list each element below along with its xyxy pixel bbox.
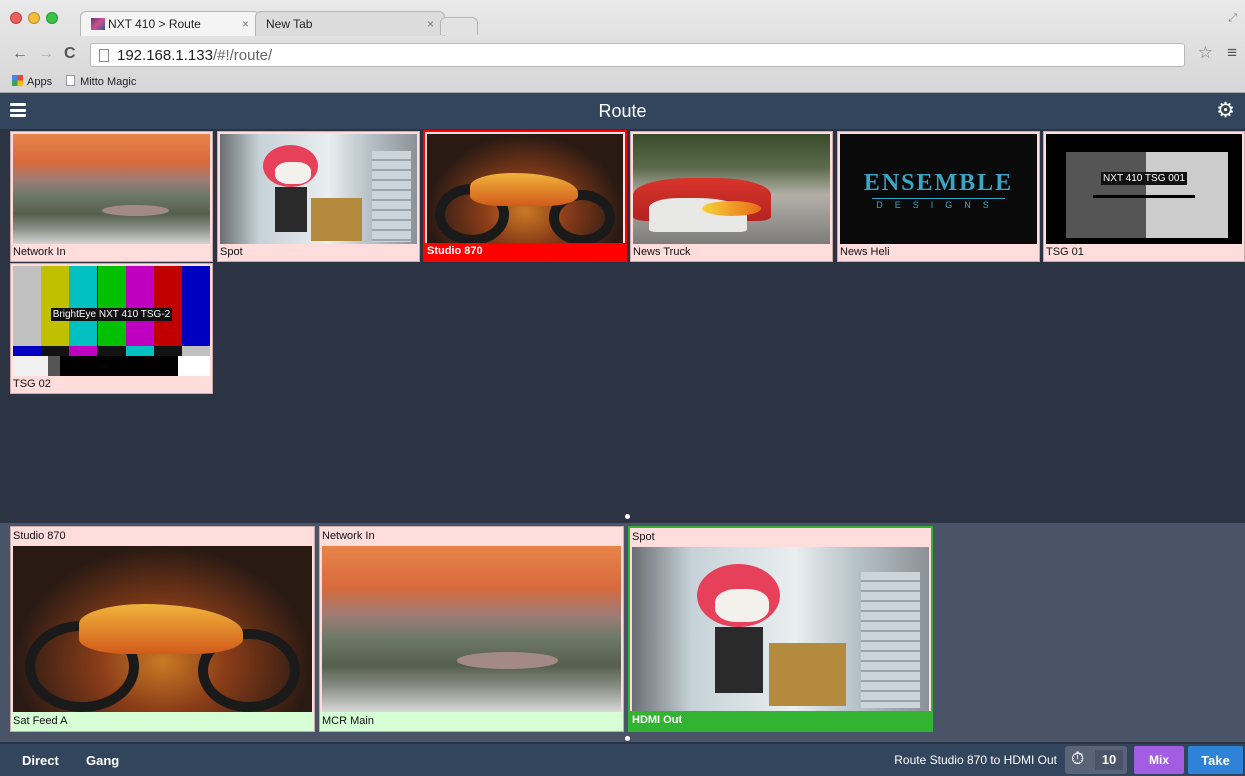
reload-icon[interactable]: C — [64, 45, 76, 63]
source-grid: Network In Spot Studio 870 News Truck EN… — [0, 129, 1245, 515]
bookmark-label: Mitto Magic — [80, 75, 137, 88]
destination-thumbnail — [13, 546, 312, 712]
source-tile-tsg-01[interactable]: NXT 410 TSG 001 TSG 01 — [1043, 131, 1245, 262]
transition-timer[interactable]: ⏱ 10 — [1065, 746, 1127, 774]
destination-tile-mcr-main[interactable]: Network In MCR Main — [319, 526, 624, 732]
back-arrow-icon[interactable]: ← — [12, 45, 28, 63]
stopwatch-icon: ⏱ — [1071, 749, 1085, 768]
browser-tab-new[interactable]: New Tab × — [255, 11, 445, 36]
bookmarks-bar: Apps Mitto Magic — [12, 72, 136, 90]
source-label: News Truck — [631, 244, 832, 261]
source-thumbnail: NXT 410 TSG 001 — [1046, 134, 1242, 245]
bookmark-label: Apps — [27, 75, 53, 88]
app-header: Route ⚙ — [0, 93, 1245, 129]
destination-tile-sat-feed-a[interactable]: Studio 870 Sat Feed A — [10, 526, 315, 732]
destination-label: Sat Feed A — [11, 712, 314, 731]
page-title: Route — [598, 101, 647, 121]
source-tile-spot[interactable]: Spot — [217, 131, 420, 262]
tab-close-icon[interactable]: × — [242, 17, 249, 31]
source-tile-tsg-02[interactable]: BrightEye NXT 410 TSG-2 TSG 02 — [10, 263, 213, 394]
window-controls — [10, 12, 58, 24]
bookmark-apps[interactable]: Apps — [12, 74, 53, 88]
mix-button[interactable]: Mix — [1134, 746, 1184, 774]
source-tile-news-truck[interactable]: News Truck — [630, 131, 833, 262]
source-thumbnail: BrightEye NXT 410 TSG-2 — [13, 266, 210, 377]
source-thumbnail — [13, 134, 210, 245]
source-label: Studio 870 — [425, 243, 625, 260]
page-icon — [99, 49, 109, 62]
source-label: Network In — [11, 244, 212, 261]
tsg1-caption: NXT 410 TSG 001 — [1101, 172, 1187, 185]
source-label: TSG 02 — [11, 376, 212, 393]
apps-grid-icon — [12, 74, 23, 86]
forward-arrow-icon[interactable]: → — [38, 45, 54, 63]
new-tab-button[interactable] — [440, 17, 478, 35]
source-label: TSG 01 — [1044, 244, 1244, 261]
footer-toolbar: Direct Gang Route Studio 870 to HDMI Out… — [0, 744, 1245, 776]
take-button[interactable]: Take — [1188, 746, 1243, 774]
destination-source-label: Studio 870 — [11, 527, 314, 544]
splitter-handle[interactable] — [625, 514, 630, 519]
destination-source-label: Spot — [630, 528, 931, 545]
tab-close-icon[interactable]: × — [427, 17, 434, 31]
source-tile-studio-870[interactable]: Studio 870 — [423, 130, 627, 262]
bookmark-mitto-magic[interactable]: Mitto Magic — [66, 74, 137, 88]
source-thumbnail — [633, 134, 830, 245]
zoom-window-button[interactable] — [46, 12, 58, 24]
favicon-icon — [91, 18, 105, 30]
ensemble-logo-subtext: DESIGNS — [876, 200, 1001, 210]
source-thumbnail: ENSEMBLE DESIGNS — [840, 134, 1037, 245]
address-bar[interactable]: 192.168.1.133/#!/route/ — [90, 43, 1185, 67]
browser-tab-route[interactable]: NXT 410 > Route × — [80, 11, 260, 36]
ensemble-logo-text: ENSEMBLE — [863, 170, 1014, 196]
navigation-bar: ← → C 192.168.1.133/#!/route/ ☆ ≡ — [0, 40, 1245, 70]
destination-thumbnail — [322, 546, 621, 712]
tsg2-caption: BrightEye NXT 410 TSG-2 — [50, 308, 173, 321]
page-icon — [66, 74, 76, 86]
destination-panel: Studio 870 Sat Feed A Network In MCR Mai… — [0, 523, 1245, 742]
destination-tile-hdmi-out[interactable]: Spot HDMI Out — [628, 526, 933, 732]
gear-icon[interactable]: ⚙ — [1216, 98, 1235, 123]
destination-label: HDMI Out — [630, 711, 931, 730]
browser-menu-icon[interactable]: ≡ — [1227, 43, 1237, 63]
source-tile-news-heli[interactable]: ENSEMBLE DESIGNS News Heli — [837, 131, 1040, 262]
route-status-text: Route Studio 870 to HDMI Out — [894, 753, 1057, 767]
tab-label: New Tab — [266, 17, 313, 31]
source-label: News Heli — [838, 244, 1039, 261]
close-window-button[interactable] — [10, 12, 22, 24]
source-tile-network-in[interactable]: Network In — [10, 131, 213, 262]
browser-chrome: NXT 410 > Route × New Tab × ⤢ ← → C 192.… — [0, 0, 1245, 93]
direct-button[interactable]: Direct — [22, 753, 59, 768]
timer-value[interactable]: 10 — [1095, 750, 1123, 770]
bookmark-star-icon[interactable]: ☆ — [1198, 43, 1213, 63]
url-path: /#!/route/ — [212, 47, 273, 64]
url-host: 192.168.1.133 — [117, 47, 213, 64]
source-thumbnail — [220, 134, 417, 245]
destination-thumbnail — [632, 547, 929, 713]
source-label: Spot — [218, 244, 419, 261]
destination-label: MCR Main — [320, 712, 623, 731]
splitter-handle[interactable] — [625, 736, 630, 741]
fullscreen-icon[interactable]: ⤢ — [1228, 12, 1237, 25]
minimize-window-button[interactable] — [28, 12, 40, 24]
destination-source-label: Network In — [320, 527, 623, 544]
gang-button[interactable]: Gang — [86, 753, 119, 768]
source-thumbnail — [427, 134, 623, 245]
tab-label: NXT 410 > Route — [108, 17, 201, 31]
